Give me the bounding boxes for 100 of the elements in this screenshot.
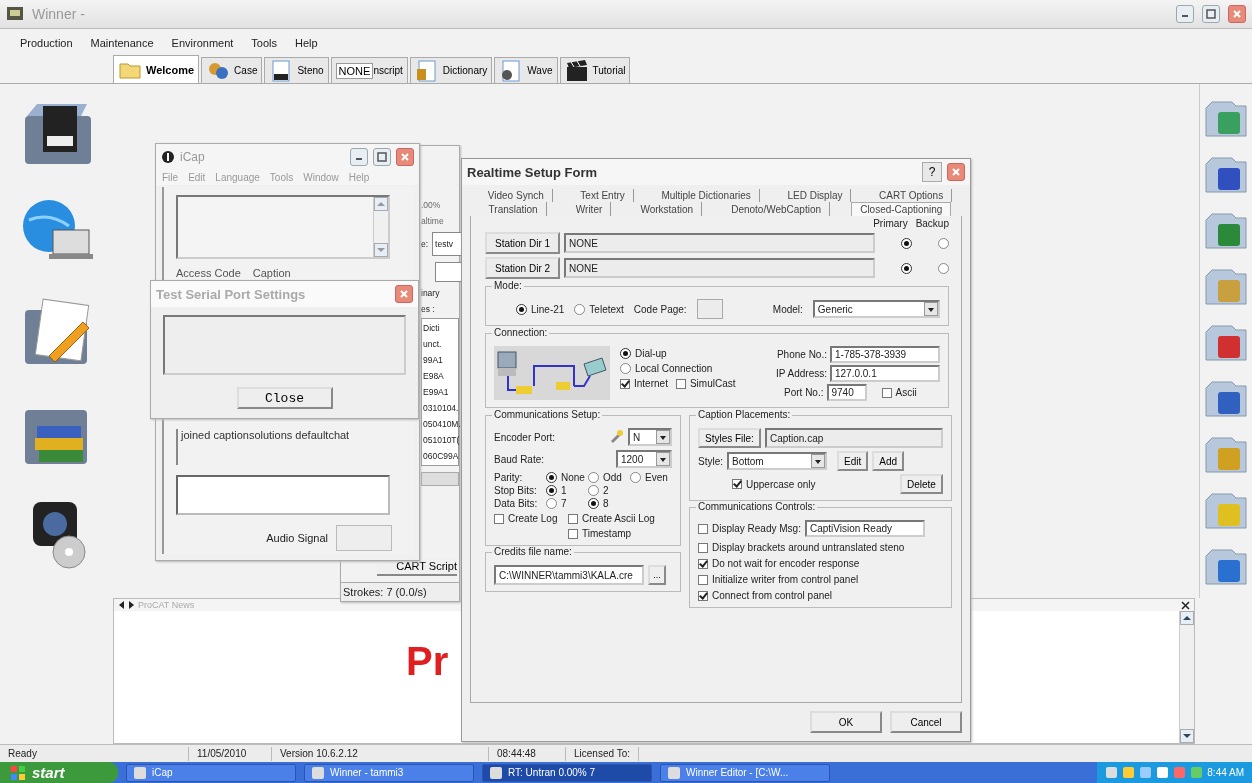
checkbox[interactable]: Timestamp (568, 528, 678, 539)
horizontal-scrollbar[interactable] (421, 472, 459, 486)
dropdown[interactable]: 1200 (616, 450, 672, 468)
radio-button[interactable]: None (546, 472, 588, 483)
radio-button[interactable]: 7 (546, 498, 588, 509)
dropdown[interactable]: Bottom (727, 452, 827, 470)
ok-button[interactable]: OK (810, 711, 882, 733)
list-item[interactable]: 99A1 (423, 355, 458, 365)
menu-item[interactable]: Maintenance (88, 37, 156, 49)
radio-button[interactable]: 8 (588, 498, 630, 509)
tab[interactable]: NONE nscript (330, 57, 408, 83)
radio-button[interactable]: 2 (588, 485, 630, 496)
radio-button[interactable]: 1 (546, 485, 588, 496)
maximize-button[interactable] (1202, 5, 1220, 23)
station-dir-button[interactable]: Station Dir 2 (485, 257, 561, 279)
radio-button[interactable]: Odd (588, 472, 630, 483)
radio-button[interactable] (901, 237, 912, 249)
text-field[interactable]: 127.0.0.1 (830, 365, 940, 382)
tab[interactable]: Steno (264, 57, 329, 83)
close-button[interactable] (395, 285, 413, 303)
radio-button[interactable] (938, 237, 949, 249)
folder-icon (1204, 154, 1248, 196)
menu-item[interactable]: Production (18, 37, 75, 49)
taskbar-button[interactable]: iCap (126, 763, 296, 782)
radio-button[interactable]: Teletext (574, 303, 624, 315)
list-item[interactable]: E98A (423, 371, 458, 381)
maximize-button[interactable] (373, 148, 391, 166)
close-button[interactable] (1228, 5, 1246, 23)
dropdown[interactable]: N (628, 428, 672, 446)
radio-button[interactable]: Dial-up (620, 348, 667, 359)
add-button[interactable]: Add (872, 451, 905, 471)
cancel-button[interactable]: Cancel (890, 711, 962, 733)
radio-button[interactable] (938, 262, 949, 274)
text-field[interactable]: 1-785-378-3939 (830, 346, 940, 363)
close-button[interactable] (947, 163, 965, 181)
checkbox[interactable]: Connect from control panel (698, 590, 943, 601)
radio-button[interactable]: Line-21 (516, 303, 565, 315)
close-button[interactable] (396, 148, 414, 166)
radio-button[interactable]: Local Connection (620, 363, 713, 374)
text-field[interactable]: Caption.cap (764, 428, 943, 448)
close-button[interactable]: Close (236, 387, 333, 409)
tab[interactable]: Tutorial (559, 57, 631, 83)
start-button[interactable]: start (0, 762, 118, 783)
tab[interactable]: Dictionary (409, 57, 493, 83)
checkbox[interactable]: Display Ready Msg: (698, 523, 801, 534)
checkbox[interactable]: Uppercase only (732, 478, 816, 490)
list-item[interactable]: E99A1 (423, 387, 458, 397)
taskbar-button[interactable]: Winner Editor - [C:\W... (660, 763, 830, 782)
menu-item[interactable]: Tools (249, 37, 280, 49)
list-item[interactable]: Dicti (423, 323, 458, 333)
menu-item[interactable]: Help (293, 37, 320, 49)
taskbar-button[interactable]: RT: Untran 0.00% 7 (482, 763, 652, 782)
styles-file-button[interactable]: Styles File: (698, 428, 761, 448)
browse-button[interactable]: ... (648, 565, 666, 585)
scrollbar[interactable] (373, 197, 388, 257)
tab[interactable]: Welcome (113, 55, 200, 83)
checkbox[interactable]: Display brackets around untranslated steno (698, 542, 943, 553)
tab[interactable]: Closed-Captioning (851, 202, 952, 216)
text-field[interactable]: testv (432, 232, 463, 256)
checkbox[interactable]: SimulCast (675, 378, 736, 389)
delete-button[interactable]: Delete (900, 474, 943, 494)
station-dir-button[interactable]: Station Dir 1 (485, 232, 561, 254)
tab[interactable]: Text Entry (572, 189, 634, 202)
list-item[interactable]: 050410M. (423, 419, 458, 429)
tab[interactable]: LED Display (779, 189, 852, 202)
list-box[interactable]: Dicti unct. 99A1 E98A E99A1 0310104. 050410M. 051010T( 060C99A (421, 318, 459, 466)
text-field[interactable]: CaptiVision Ready (804, 520, 925, 537)
tab[interactable]: Video Synch (479, 189, 553, 202)
scrollbar[interactable] (1179, 611, 1194, 743)
list-item[interactable]: 051010T( (423, 435, 458, 445)
list-item[interactable]: unct. (423, 339, 458, 349)
column-header: Backup (915, 218, 949, 229)
checkbox[interactable]: Do not wait for encoder response (698, 558, 943, 569)
input-field[interactable] (176, 475, 390, 515)
taskbar-button[interactable]: Winner - tammi3 (304, 763, 474, 782)
help-button[interactable]: ? (922, 162, 942, 182)
radio-button[interactable]: Even (630, 472, 680, 483)
down-arrow-icon (1182, 732, 1192, 740)
radio-button[interactable] (901, 262, 912, 274)
minimize-button[interactable] (350, 148, 368, 166)
list-item[interactable]: 0310104. (423, 403, 458, 413)
checkbox[interactable]: Create Ascii Log (568, 513, 678, 524)
text-field[interactable]: NONE (564, 233, 875, 253)
tab[interactable]: Multiple Dictionaries (653, 189, 760, 202)
list-item[interactable]: 060C99A (423, 451, 458, 461)
minimize-button[interactable] (1176, 5, 1194, 23)
edit-button[interactable]: Edit (837, 451, 869, 471)
checkbox[interactable]: Ascii (881, 387, 917, 398)
tab[interactable]: Case (201, 57, 263, 83)
text-field[interactable] (696, 299, 723, 319)
checkbox[interactable]: Internet (620, 378, 668, 389)
text-field[interactable]: C:\WINNER\tammi3\KALA.cre (494, 565, 644, 585)
checkbox[interactable]: Initialize writer from control panel (698, 574, 943, 585)
text-field[interactable]: 9740 (826, 384, 867, 401)
tab[interactable]: Wave (494, 57, 558, 83)
checkbox[interactable]: Create Log (494, 513, 564, 524)
text-area[interactable] (176, 195, 390, 259)
dropdown[interactable]: Generic (812, 300, 940, 318)
menu-item[interactable]: Environment (169, 37, 236, 49)
text-field[interactable]: NONE (564, 258, 875, 278)
